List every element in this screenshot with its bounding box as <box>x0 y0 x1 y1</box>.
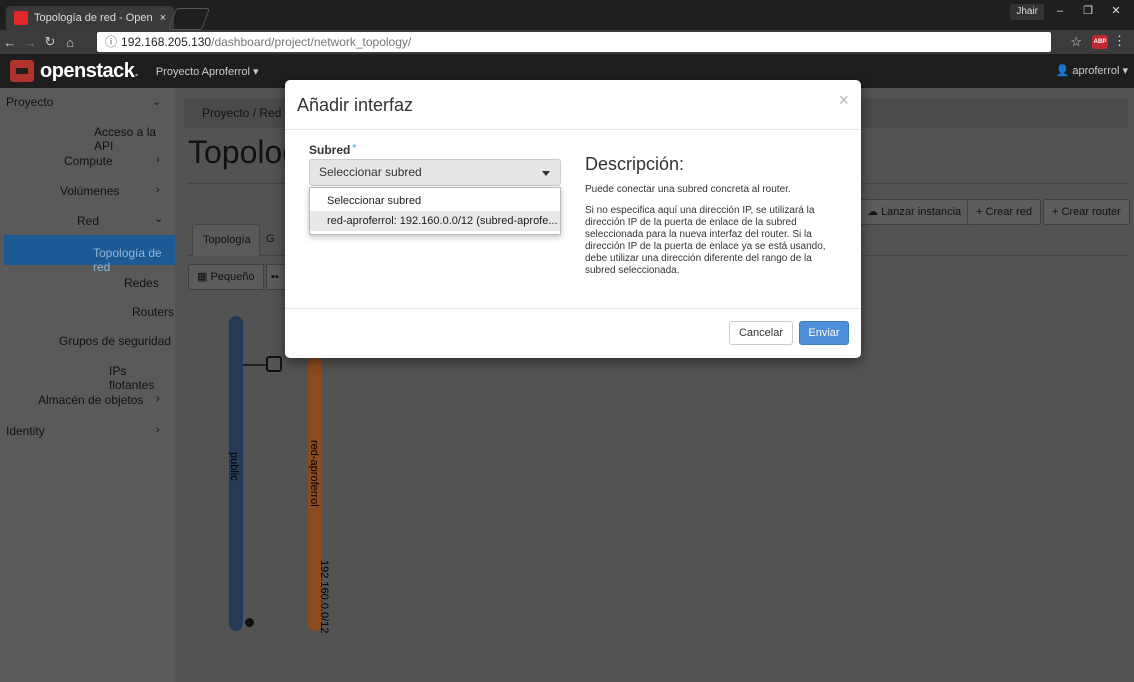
adblock-icon[interactable]: ABP <box>1092 35 1108 49</box>
sidebar-item-volumenes[interactable]: Volúmenes <box>60 184 119 198</box>
sidebar-item-identity[interactable]: Identity <box>6 424 45 438</box>
modal-footer-divider <box>285 308 861 309</box>
submit-button[interactable]: Enviar <box>799 321 849 345</box>
chevron-down-icon: ⌄ <box>154 213 164 225</box>
subnet-select[interactable]: Seleccionar subred <box>309 159 561 186</box>
sidebar-item-ips-flotantes[interactable]: IPs flotantes <box>109 364 175 392</box>
grid-small-icon: ▦ <box>197 271 211 283</box>
forward-arrow-icon[interactable]: → <box>20 35 40 50</box>
project-menu-label: Proyecto Aproferrol ▾ <box>155 65 259 78</box>
sidebar-item-proyecto[interactable]: Proyecto <box>6 95 53 109</box>
chevron-right-icon: › <box>156 424 160 436</box>
router-icon[interactable] <box>266 356 282 372</box>
minimize-icon[interactable]: – <box>1048 2 1072 20</box>
sidebar-item-red[interactable]: Red <box>77 214 99 228</box>
user-menu[interactable]: 👤 aproferrol ▾ <box>1056 64 1128 77</box>
subnet-option-red-aproferrol[interactable]: red-aproferrol: 192.160.0.0/12 (subred-a… <box>310 211 560 231</box>
subnet-option-placeholder[interactable]: Seleccionar subred <box>310 191 560 211</box>
close-window-icon[interactable]: ✕ <box>1104 2 1128 20</box>
sidebar-item-redes[interactable]: Redes <box>124 276 159 290</box>
home-icon[interactable]: ⌂ <box>60 35 80 50</box>
description-title: Descripción: <box>585 154 685 174</box>
window-controls: – ❐ ✕ <box>1048 2 1128 20</box>
address-bar-row: ← → ↻ ⌂ ⓘ 192.168.205.130/dashboard/proje… <box>0 30 1134 54</box>
url-host: 192.168.205.130 <box>121 35 212 49</box>
url-path: /dashboard/project/network_topology/ <box>211 35 412 49</box>
openstack-favicon-icon <box>14 11 28 25</box>
reload-icon[interactable]: ↻ <box>40 34 60 50</box>
modal-header: Añadir interfaz × <box>285 80 861 130</box>
close-tab-icon[interactable]: × <box>160 12 166 24</box>
size-normal-button[interactable]: ▪▪ <box>266 264 286 290</box>
subnet-field-label: Subred * <box>309 143 357 157</box>
new-tab-button[interactable] <box>167 8 211 30</box>
router-link-line <box>243 364 267 366</box>
restore-icon[interactable]: ❐ <box>1076 2 1100 20</box>
network-red-aproferrol-label: red-aproferrol <box>308 440 320 507</box>
cloud-upload-icon: ☁ <box>867 206 882 218</box>
sidebar: Proyecto ⌄ Acceso a la API Compute › Vol… <box>0 88 175 682</box>
cancel-button[interactable]: Cancelar <box>729 321 793 345</box>
bookmark-star-icon[interactable]: ☆ <box>1070 34 1082 50</box>
required-marker: * <box>352 143 357 154</box>
sidebar-item-grupos-seguridad[interactable]: Grupos de seguridad <box>59 334 171 348</box>
tab-topologia[interactable]: Topología <box>192 224 260 256</box>
browser-profile-badge[interactable]: Jhair <box>1010 4 1044 20</box>
network-public-label: public <box>228 452 240 481</box>
browser-tab[interactable]: Topología de red - Open × <box>6 6 174 30</box>
network-cidr-label: 192.160.0.0/12 <box>318 560 330 634</box>
sidebar-item-topologia[interactable]: Topología de red <box>93 246 175 274</box>
external-globe-icon <box>245 618 254 627</box>
grid-large-icon: ▪▪ <box>271 271 279 283</box>
browser-menu-icon[interactable]: ⋮ <box>1113 33 1126 49</box>
sidebar-item-almacen-objetos[interactable]: Almacén de objetos <box>38 393 143 407</box>
sidebar-item-compute[interactable]: Compute <box>64 154 113 168</box>
back-arrow-icon[interactable]: ← <box>0 35 20 50</box>
chevron-right-icon: › <box>156 393 160 405</box>
create-network-button[interactable]: + Crear red <box>967 199 1041 225</box>
launch-instance-button[interactable]: ☁ Lanzar instancia <box>858 199 971 225</box>
subnet-dropdown-list: Seleccionar subred red-aproferrol: 192.1… <box>309 187 561 235</box>
description-paragraph-2: Si no especifica aquí una dirección IP, … <box>585 205 826 276</box>
chevron-right-icon: › <box>156 154 160 166</box>
close-icon[interactable]: × <box>838 90 849 111</box>
openstack-logo-icon <box>10 60 34 82</box>
caret-down-icon <box>542 171 550 176</box>
logo-text: openstack <box>40 59 135 82</box>
sidebar-item-routers[interactable]: Routers <box>132 305 174 319</box>
tab-grafico[interactable]: G <box>266 224 286 256</box>
browser-tab-bar: Topología de red - Open × Jhair – ❐ ✕ <box>0 0 1134 30</box>
size-small-button[interactable]: ▦ Pequeño <box>188 264 264 290</box>
create-router-button[interactable]: + Crear router <box>1043 199 1130 225</box>
modal-title: Añadir interfaz <box>297 95 414 115</box>
user-icon: 👤 <box>1055 65 1073 77</box>
openstack-logo[interactable]: openstack. <box>10 60 138 83</box>
chevron-down-icon: ⌄ <box>152 96 162 108</box>
subnet-select-value: Seleccionar subred <box>319 165 422 179</box>
add-interface-modal: Añadir interfaz × Subred * Seleccionar su… <box>285 80 861 358</box>
browser-tab-title: Topología de red - Open <box>34 12 153 24</box>
user-menu-label: aproferrol ▾ <box>1072 65 1128 77</box>
description-paragraph-1: Puede conectar una subred concreta al ro… <box>585 184 791 195</box>
url-field[interactable]: ⓘ 192.168.205.130/dashboard/project/netwo… <box>97 32 1051 52</box>
chevron-right-icon: › <box>156 184 160 196</box>
project-menu[interactable]: Proyecto Aproferrol ▾ <box>156 65 259 78</box>
sidebar-item-acceso-api[interactable]: Acceso a la API <box>94 125 175 153</box>
info-icon[interactable]: ⓘ <box>105 35 117 49</box>
